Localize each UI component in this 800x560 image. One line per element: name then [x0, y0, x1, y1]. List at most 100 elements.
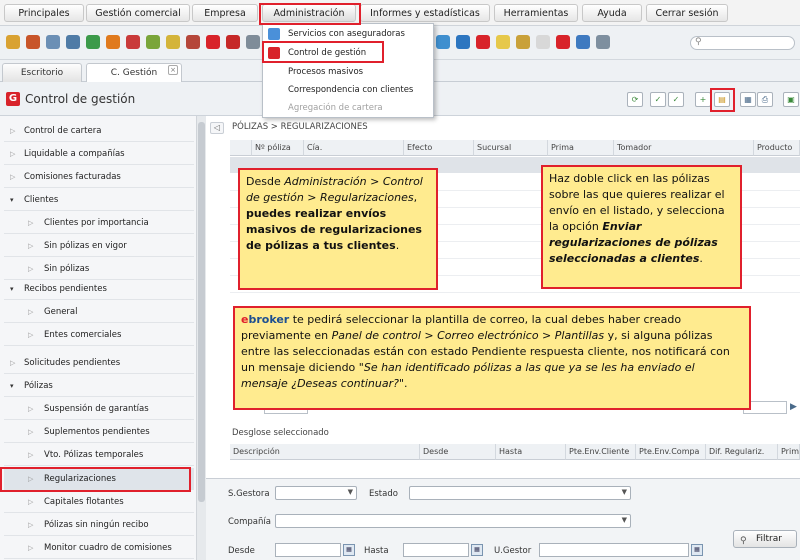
sidebar-item-comisiones[interactable]: ▷ Comisiones facturadas — [4, 166, 194, 188]
u-gestor-input[interactable] — [539, 543, 689, 557]
sidebar-item-label: Monitor cuadro de comisiones — [44, 543, 172, 553]
chevron-right-icon: ▷ — [28, 331, 34, 339]
toolbar-icon-6[interactable] — [106, 35, 120, 49]
sidebar-item-recibos-pendientes[interactable]: ▾ Recibos pendientes — [4, 278, 194, 300]
filter-button[interactable]: ⚲ Filtrar — [733, 530, 797, 548]
check-button[interactable]: ✓ — [650, 92, 666, 107]
toolbar-icon-22[interactable] — [596, 35, 610, 49]
toolbar-icon-21[interactable] — [576, 35, 590, 49]
sidebar-item-sin-recibo[interactable]: ▷ Pólizas sin ningún recibo — [4, 514, 194, 536]
toolbar-icon-19[interactable] — [536, 35, 550, 49]
dg-col-descripcion[interactable]: Descripción — [230, 444, 420, 460]
menu-cerrar-sesion[interactable]: Cerrar sesión — [646, 4, 728, 22]
sidebar-item-clientes-importancia[interactable]: ▷ Clientes por importancia — [4, 212, 194, 234]
menu-gestion-comercial[interactable]: Gestión comercial — [86, 4, 190, 22]
breadcrumb: PÓLIZAS > REGULARIZACIONES — [232, 122, 368, 132]
print-button[interactable]: ⎙ — [757, 92, 773, 107]
toolbar-icon-3[interactable] — [46, 35, 60, 49]
compania-select[interactable]: ▼ — [275, 514, 631, 528]
excel-button[interactable]: ▣ — [783, 92, 799, 107]
sidebar-item-monitor[interactable]: ▷ Monitor cuadro de comisiones — [4, 537, 194, 559]
sidebar-item-entes-comerciales[interactable]: ▷ Entes comerciales — [4, 324, 194, 346]
toolbar-icon-2[interactable] — [26, 35, 40, 49]
sidebar-item-general[interactable]: ▷ General — [4, 301, 194, 323]
hasta-input[interactable] — [403, 543, 469, 557]
callout-text: . — [395, 238, 400, 252]
sidebar-item-sin-polizas[interactable]: ▷ Sin pólizas — [4, 258, 194, 280]
add-button[interactable]: + — [695, 92, 711, 107]
toolbar-icon-8[interactable] — [146, 35, 160, 49]
s-gestora-select[interactable]: ▼ — [275, 486, 357, 500]
toolbar-icon-20[interactable] — [556, 35, 570, 49]
toolbar-icon-5[interactable] — [86, 35, 100, 49]
toolbar-icon-1[interactable] — [6, 35, 20, 49]
sidebar-item-suspension[interactable]: ▷ Suspensión de garantías — [4, 398, 194, 420]
search-input[interactable]: ⚲ — [690, 36, 795, 50]
menu-empresa[interactable]: Empresa — [192, 4, 258, 22]
grid-col-tomador[interactable]: Tomador — [614, 140, 754, 156]
callout-instructions-1: Desde Administración > Control de gestió… — [238, 168, 438, 290]
desde-input[interactable] — [275, 543, 341, 557]
refresh-button[interactable]: ⟳ — [627, 92, 643, 107]
grid-col-npoliza[interactable]: Nº póliza — [252, 140, 304, 156]
tab-escritorio[interactable]: Escritorio — [2, 63, 82, 82]
estado-label: Estado — [369, 489, 398, 499]
dropdown-item-procesos-masivos[interactable]: Procesos masivos — [263, 63, 433, 81]
dg-col-dif-regulariz[interactable]: Dif. Regulariz. — [706, 444, 778, 460]
sidebar-item-clientes[interactable]: ▾ Clientes — [4, 189, 194, 211]
calendar-icon[interactable]: ▦ — [471, 544, 483, 556]
sidebar-scroll-thumb[interactable] — [198, 122, 205, 502]
dg-col-pte-env-cliente[interactable]: Pte.Env.Cliente — [566, 444, 636, 460]
toolbar-icon-13[interactable] — [246, 35, 260, 49]
toolbar-icon-16[interactable] — [476, 35, 490, 49]
sidebar-item-vto-polizas[interactable]: ▷ Vto. Pólizas temporales — [4, 444, 194, 466]
toolbar-icon-17[interactable] — [496, 35, 510, 49]
double-check-button[interactable]: ✓ — [668, 92, 684, 107]
chevron-right-icon: ▷ — [28, 451, 34, 459]
sidebar-item-capitales[interactable]: ▷ Capitales flotantes — [4, 491, 194, 513]
toolbar-icon-15[interactable] — [456, 35, 470, 49]
sidebar-item-sin-polizas-vigor[interactable]: ▷ Sin pólizas en vigor — [4, 235, 194, 257]
lookup-icon[interactable]: ▦ — [691, 544, 703, 556]
estado-select[interactable]: ▼ — [409, 486, 631, 500]
menu-herramientas[interactable]: Herramientas — [494, 4, 578, 22]
sidebar-item-suplementos[interactable]: ▷ Suplementos pendientes — [4, 421, 194, 443]
sidebar-scrollbar[interactable] — [196, 116, 206, 560]
export-button[interactable]: ▦ — [740, 92, 756, 107]
toolbar-icon-11[interactable] — [206, 35, 220, 49]
grid-col-efecto[interactable]: Efecto — [404, 140, 474, 156]
sidebar-item-label: Comisiones facturadas — [24, 172, 121, 182]
dg-col-hasta[interactable]: Hasta — [496, 444, 566, 460]
services-icon — [268, 28, 280, 40]
toolbar-icon-12[interactable] — [226, 35, 240, 49]
dg-col-desde[interactable]: Desde — [420, 444, 496, 460]
toolbar-icon-10[interactable] — [186, 35, 200, 49]
grid-col-producto[interactable]: Producto — [754, 140, 800, 156]
sidebar-item-polizas[interactable]: ▾ Pólizas — [4, 375, 194, 397]
menu-principales[interactable]: Principales — [4, 4, 84, 22]
toolbar-icon-4[interactable] — [66, 35, 80, 49]
sidebar-item-control-cartera[interactable]: ▷ Control de cartera — [4, 120, 194, 142]
sidebar-item-label: Vto. Pólizas temporales — [44, 450, 144, 460]
grid-col-sucursal[interactable]: Sucursal — [474, 140, 548, 156]
chevron-right-icon: ▷ — [28, 544, 34, 552]
sidebar-item-solicitudes[interactable]: ▷ Solicitudes pendientes — [4, 352, 194, 374]
sidebar-item-liquidable[interactable]: ▷ Liquidable a compañías — [4, 143, 194, 165]
control-gestion-logo: G — [6, 92, 20, 106]
tab-close-icon[interactable]: × — [168, 65, 178, 75]
chevron-right-icon: ▷ — [28, 498, 34, 506]
dg-col-pte-env-compa[interactable]: Pte.Env.Compa — [636, 444, 706, 460]
menu-ayuda[interactable]: Ayuda — [582, 4, 642, 22]
calendar-icon[interactable]: ▦ — [343, 544, 355, 556]
toolbar-icon-14[interactable] — [436, 35, 450, 49]
collapse-sidebar-icon[interactable]: ◁ — [210, 122, 224, 134]
grid-col-cia[interactable]: Cía. — [304, 140, 404, 156]
toolbar-icon-7[interactable] — [126, 35, 140, 49]
toolbar-icon-9[interactable] — [166, 35, 180, 49]
dg-col-prim[interactable]: Prim — [778, 444, 800, 460]
dropdown-item-correspondencia[interactable]: Correspondencia con clientes — [263, 81, 433, 99]
menu-informes[interactable]: Informes y estadísticas — [360, 4, 490, 22]
grid-col-prima[interactable]: Prima — [548, 140, 614, 156]
toolbar-icon-18[interactable] — [516, 35, 530, 49]
pager-next-icon[interactable]: ▶ — [790, 402, 797, 412]
